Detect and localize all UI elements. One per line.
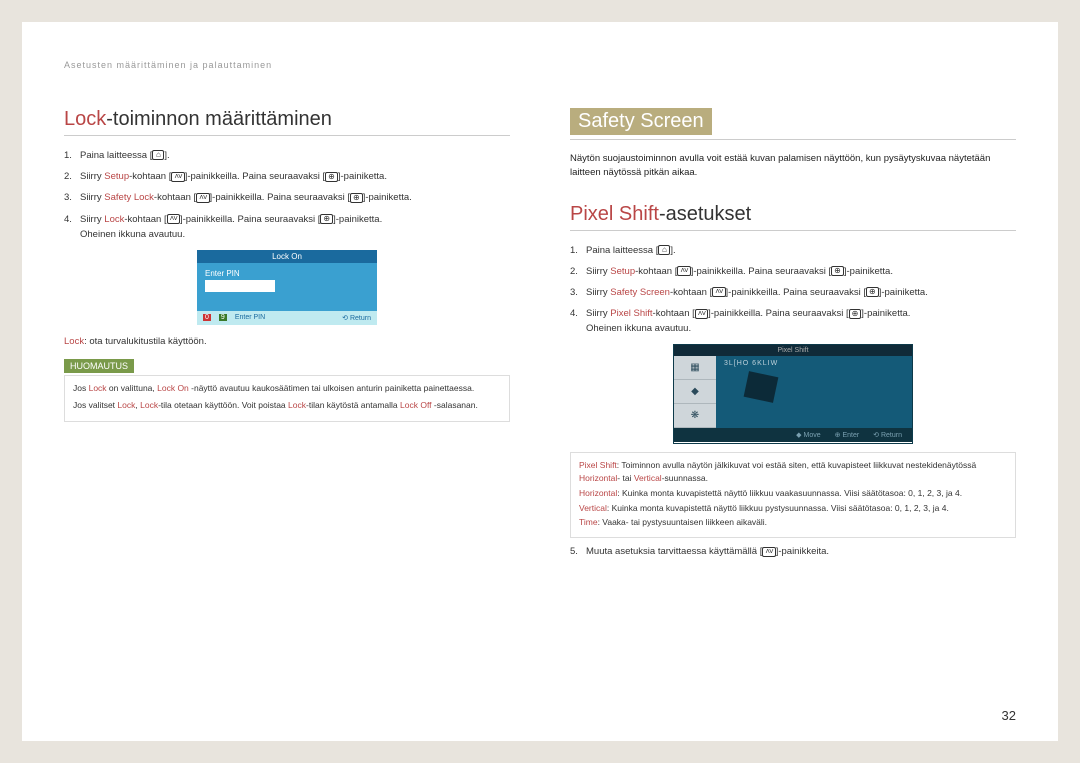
updown-icon bbox=[196, 193, 209, 203]
step-tail: Oheinen ikkuna avautuu. bbox=[586, 321, 1016, 336]
enter-icon bbox=[350, 193, 363, 203]
step-body: Paina laitteessa []. bbox=[80, 148, 510, 163]
step-item: 2.Siirry Setup-kohtaan []-painikkeilla. … bbox=[64, 169, 510, 184]
updown-icon bbox=[677, 266, 690, 276]
note-body: Jos Lock on valittuna, Lock On -näyttö a… bbox=[64, 375, 510, 423]
lock-description: Lock: ota turvalukitustila käyttöön. bbox=[64, 336, 510, 347]
step-item: 1.Paina laitteessa []. bbox=[64, 148, 510, 163]
safety-intro: Näytön suojaustoiminnon avulla voit estä… bbox=[570, 152, 1016, 181]
section-title-safety: Safety Screen bbox=[570, 108, 1016, 140]
enter-icon bbox=[866, 287, 879, 297]
steps-list-right: 1.Paina laitteessa [].2.Siirry Setup-koh… bbox=[570, 243, 1016, 337]
pixel-ui-sidebar: ▦ ◆ ❋ bbox=[674, 356, 716, 428]
breadcrumb: Asetusten määrittäminen ja palauttaminen bbox=[64, 60, 1016, 70]
step-num: 4. bbox=[570, 306, 586, 336]
step-item: 4.Siirry Lock-kohtaan []-painikkeilla. P… bbox=[64, 212, 510, 242]
step-item: 3.Siirry Safety Lock-kohtaan []-painikke… bbox=[64, 190, 510, 205]
updown-icon bbox=[762, 547, 775, 557]
pixel-ui-footer: ◆ Move ⊕ Enter ⟲ Return bbox=[674, 428, 912, 442]
step-body: Siirry Setup-kohtaan []-painikkeilla. Pa… bbox=[80, 169, 510, 184]
pixel-labels-block: Pixel Shift: Toiminnon avulla näytön jäl… bbox=[570, 452, 1016, 538]
step-item: 1.Paina laitteessa []. bbox=[570, 243, 1016, 258]
updown-icon bbox=[712, 287, 725, 297]
pixel-shift-screenshot: Pixel Shift ▦ ◆ ❋ 3L[HO 6KLIW ◆ Move ⊕ E… bbox=[673, 344, 913, 444]
sidebar-icon-1: ▦ bbox=[674, 356, 716, 380]
enter-icon bbox=[320, 214, 333, 224]
title-accent: Lock bbox=[64, 108, 106, 130]
section-title-pixel-shift: Pixel Shift-asetukset bbox=[570, 203, 1016, 231]
pixel-ui-row-label: 3L[HO 6KLIW bbox=[724, 360, 778, 367]
step-num: 4. bbox=[64, 212, 80, 242]
footer-9: 9 bbox=[219, 314, 227, 321]
updown-icon bbox=[171, 172, 184, 182]
left-column: Lock-toiminnon määrittäminen 1.Paina lai… bbox=[64, 108, 510, 565]
step-body: Siirry Safety Lock-kohtaan []-painikkeil… bbox=[80, 190, 510, 205]
updown-icon bbox=[695, 309, 708, 319]
lock-ui-body: Enter PIN bbox=[197, 263, 377, 311]
step-body: Siirry Setup-kohtaan []-painikkeilla. Pa… bbox=[586, 264, 1016, 279]
title-rest: -toiminnon määrittäminen bbox=[106, 108, 332, 130]
manual-page: Asetusten määrittäminen ja palauttaminen… bbox=[22, 22, 1058, 741]
sidebar-icon-2: ◆ bbox=[674, 380, 716, 404]
home-icon bbox=[658, 245, 670, 255]
updown-icon bbox=[167, 214, 180, 224]
pixel-ui-title: Pixel Shift bbox=[674, 345, 912, 356]
step-body: Paina laitteessa []. bbox=[586, 243, 1016, 258]
step-body: Muuta asetuksia tarvittaessa käyttämällä… bbox=[586, 544, 1016, 559]
step-tail: Oheinen ikkuna avautuu. bbox=[80, 227, 510, 242]
right-column: Safety Screen Näytön suojaustoiminnon av… bbox=[570, 108, 1016, 565]
pixel-ui-main: 3L[HO 6KLIW bbox=[716, 356, 912, 428]
step-item: 2.Siirry Setup-kohtaan []-painikkeilla. … bbox=[570, 264, 1016, 279]
footer-enter-pin: Enter PIN bbox=[235, 314, 265, 321]
lock-ui-title: Lock On bbox=[197, 250, 377, 263]
step-body: Siirry Safety Screen-kohtaan []-painikke… bbox=[586, 285, 1016, 300]
step-num: 3. bbox=[64, 190, 80, 205]
note-label: HUOMAUTUS bbox=[64, 359, 134, 373]
pixel-rest: -asetukset bbox=[659, 203, 751, 225]
content-columns: Lock-toiminnon määrittäminen 1.Paina lai… bbox=[64, 108, 1016, 565]
pin-input-box bbox=[205, 280, 275, 292]
lock-ui-footer: 0 9 Enter PIN ⟲ Return bbox=[197, 311, 377, 325]
step-num: 1. bbox=[570, 243, 586, 258]
section-title-lock: Lock-toiminnon määrittäminen bbox=[64, 108, 510, 136]
step-item: 3.Siirry Safety Screen-kohtaan []-painik… bbox=[570, 285, 1016, 300]
pixel-accent: Pixel Shift bbox=[570, 203, 659, 225]
enter-pin-label: Enter PIN bbox=[205, 269, 369, 278]
step-num: 2. bbox=[570, 264, 586, 279]
step-num: 2. bbox=[64, 169, 80, 184]
step-body: Siirry Lock-kohtaan []-painikkeilla. Pai… bbox=[80, 212, 510, 242]
sidebar-icon-3: ❋ bbox=[674, 404, 716, 428]
enter-icon bbox=[831, 266, 844, 276]
desc-red: Lock bbox=[64, 336, 84, 347]
enter-icon bbox=[325, 172, 338, 182]
steps-list: 1.Paina laitteessa [].2.Siirry Setup-koh… bbox=[64, 148, 510, 242]
step-body: Siirry Pixel Shift-kohtaan []-painikkeil… bbox=[586, 306, 1016, 336]
step-item: 4.Siirry Pixel Shift-kohtaan []-painikke… bbox=[570, 306, 1016, 336]
footer-return: Return bbox=[350, 315, 371, 322]
footer-0: 0 bbox=[203, 314, 211, 321]
step-5: 5. Muuta asetuksia tarvittaessa käyttämä… bbox=[570, 544, 1016, 559]
lock-on-screenshot: Lock On Enter PIN 0 9 Enter PIN ⟲ Return bbox=[197, 250, 377, 330]
step-num: 3. bbox=[570, 285, 586, 300]
safety-screen-box: Safety Screen bbox=[570, 108, 712, 135]
step-num: 1. bbox=[64, 148, 80, 163]
chip-graphic bbox=[744, 372, 779, 404]
desc-rest: : ota turvalukitustila käyttöön. bbox=[84, 336, 207, 347]
enter-icon bbox=[849, 309, 862, 319]
home-icon bbox=[152, 150, 164, 160]
step-num: 5. bbox=[570, 544, 586, 559]
page-number: 32 bbox=[1002, 708, 1016, 723]
